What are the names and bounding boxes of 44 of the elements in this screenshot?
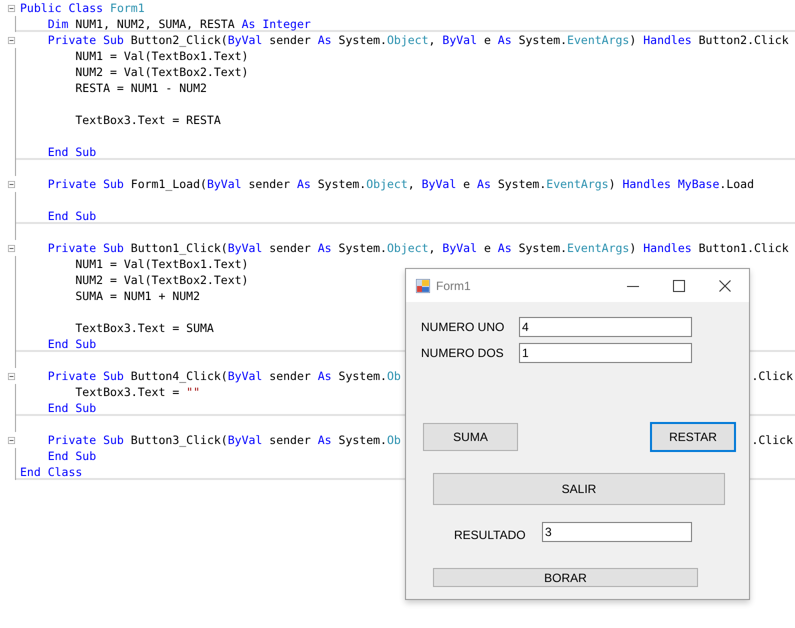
exit-button[interactable]: SALIR: [433, 473, 725, 505]
code-line: End Sub: [46, 208, 96, 224]
code-line: End Sub: [46, 144, 96, 160]
collapse-icon[interactable]: [8, 4, 15, 12]
code-line: SUMA = NUM1 + NUM2: [74, 288, 200, 304]
clear-button[interactable]: BORAR: [433, 568, 698, 587]
code-line: TextBox3.Text = SUMA: [74, 320, 214, 336]
code-line: NUM2 = Val(TextBox2.Text): [74, 64, 248, 80]
code-line: End Class: [20, 464, 82, 480]
add-button[interactable]: SUMA: [423, 423, 518, 451]
code-line: End Sub: [46, 400, 96, 416]
collapse-icon[interactable]: [8, 180, 15, 188]
subtract-button[interactable]: RESTAR: [650, 422, 736, 452]
collapse-icon[interactable]: [8, 244, 15, 252]
maximize-button[interactable]: [673, 280, 685, 292]
code-line: Private Sub Button1_Click(ByVal sender As System.Object, ByVal e As System.EventArgs) Handles Button1.Click: [46, 240, 789, 256]
code-line: Private Sub Button3_Click(ByVal sender As System.Ob: [46, 432, 401, 448]
field-label: RESULTADO: [454, 527, 527, 542]
code-line: End Sub: [46, 336, 96, 352]
collapse-icon[interactable]: [8, 36, 15, 44]
code-line: TextBox3.Text = "": [74, 384, 200, 400]
code-line: RESTA = NUM1 - NUM2: [74, 80, 207, 96]
app-icon: [416, 278, 430, 292]
code-line: Private Sub Button4_Click(ByVal sender As System.Ob: [46, 368, 401, 384]
code-line: NUM1 = Val(TextBox1.Text): [74, 48, 248, 64]
code-line: TextBox3.Text = RESTA: [74, 112, 221, 128]
code-line: .Click: [751, 432, 793, 448]
code-line: Public Class Form1: [20, 0, 145, 16]
close-button[interactable]: [719, 280, 731, 292]
window-title: Form1: [436, 278, 471, 292]
field-label: NUMERO UNO: [421, 320, 506, 334]
field-label: NUMERO DOS: [421, 346, 505, 360]
result-field[interactable]: 3: [542, 522, 692, 542]
collapse-icon[interactable]: [8, 436, 15, 444]
code-line: Private Sub Form1_Load(ByVal sender As System.Object, ByVal e As System.EventArgs) Handles MyBase.Load: [46, 176, 754, 192]
text-field[interactable]: 1: [519, 343, 692, 363]
code-line: Private Sub Button2_Click(ByVal sender As System.Object, ByVal e As System.EventArgs) Handles Button2.Click: [46, 32, 789, 48]
code-line: NUM2 = Val(TextBox2.Text): [74, 272, 248, 288]
collapse-icon[interactable]: [8, 372, 15, 380]
text-field[interactable]: 4: [519, 317, 692, 337]
code-line: .Click: [751, 368, 793, 384]
code-line: Dim NUM1, NUM2, SUMA, RESTA As Integer: [46, 16, 311, 32]
code-line: End Sub: [46, 448, 96, 464]
code-line: NUM1 = Val(TextBox1.Text): [74, 256, 248, 272]
